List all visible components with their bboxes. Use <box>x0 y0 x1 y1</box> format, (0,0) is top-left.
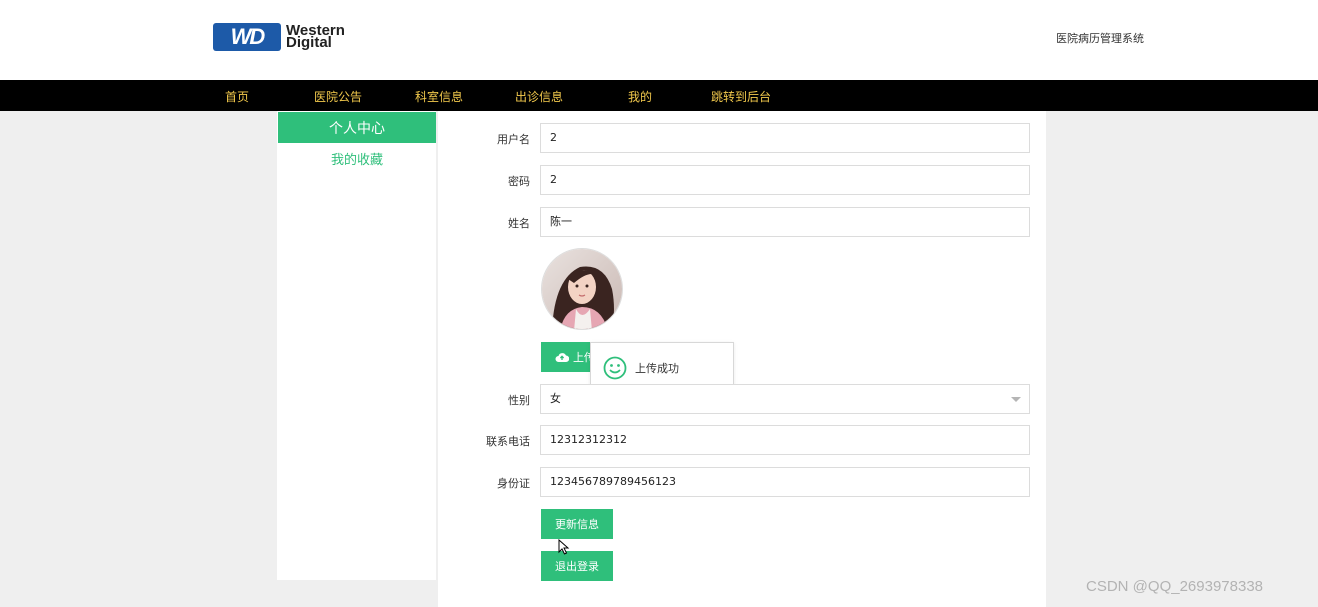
toast-message: 上传成功 <box>635 362 679 375</box>
avatar <box>541 248 623 330</box>
idcard-label: 身份证 <box>497 477 530 490</box>
chevron-down-icon <box>1011 397 1021 402</box>
logo-mark: WD <box>213 23 281 51</box>
nav-item-clinic-schedule[interactable]: 出诊信息 <box>515 88 563 105</box>
password-label: 密码 <box>508 175 530 188</box>
idcard-input[interactable]: 123456789789456123 <box>540 467 1030 497</box>
nav-item-mine[interactable]: 我的 <box>628 88 652 105</box>
username-label: 用户名 <box>497 133 530 146</box>
site-title: 医院病历管理系统 <box>1056 32 1144 45</box>
mouse-cursor-icon <box>558 539 570 555</box>
header: WD Western Digital 医院病历管理系统 <box>0 0 1318 80</box>
logo[interactable]: WD Western Digital <box>213 23 345 51</box>
top-nav: 首页 医院公告 科室信息 出诊信息 我的 跳转到后台 <box>0 80 1318 111</box>
smile-icon <box>603 356 627 380</box>
nav-item-backend[interactable]: 跳转到后台 <box>711 88 771 105</box>
gender-select-value: 女 <box>550 392 561 405</box>
logout-button[interactable]: 退出登录 <box>541 551 613 581</box>
gender-select[interactable]: 女 <box>540 384 1030 414</box>
username-input[interactable]: 2 <box>540 123 1030 153</box>
cloud-upload-icon <box>555 353 569 362</box>
sidebar-item-favorites[interactable]: 我的收藏 <box>278 149 436 168</box>
logo-mark-text: WD <box>230 24 266 49</box>
name-input[interactable]: 陈一 <box>540 207 1030 237</box>
nav-item-home[interactable]: 首页 <box>225 88 249 105</box>
nav-item-departments[interactable]: 科室信息 <box>415 88 463 105</box>
phone-label: 联系电话 <box>486 435 530 448</box>
password-input[interactable]: 2 <box>540 165 1030 195</box>
phone-input[interactable]: 12312312312 <box>540 425 1030 455</box>
name-label: 姓名 <box>508 217 530 230</box>
sidebar-item-personal-center[interactable]: 个人中心 <box>278 112 436 143</box>
watermark: CSDN @QQ_2693978338 <box>1086 578 1263 595</box>
logo-text: Western Digital <box>286 23 345 50</box>
gender-label: 性别 <box>508 394 530 407</box>
sidebar: 个人中心 我的收藏 <box>277 111 436 580</box>
update-info-button[interactable]: 更新信息 <box>541 509 613 539</box>
nav-item-announcements[interactable]: 医院公告 <box>314 88 362 105</box>
